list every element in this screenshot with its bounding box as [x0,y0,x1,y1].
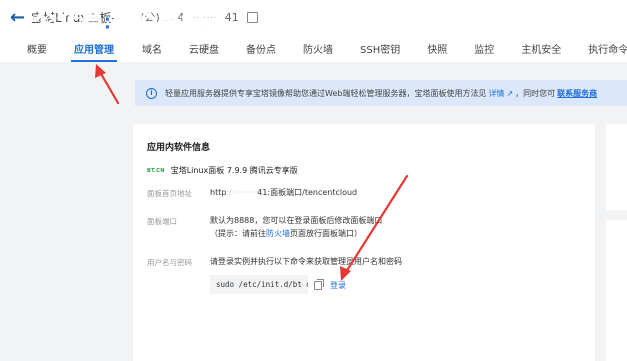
banner-text: 轻量应用服务器提供专享宝塔镜像帮助您通过Web端轻松管理服务器，宝塔面板使用方法… [165,88,487,98]
firewall-link[interactable]: 防火墙 [266,229,290,238]
product-name: 宝塔Linux面板 7.9.9 腾讯云专享版 [170,166,298,175]
address-label: 面板首页地址 [147,189,192,198]
tab-host-security[interactable]: 主机安全 [521,41,561,62]
info-icon: i [146,87,157,99]
tab-snapshot[interactable]: 快照 [427,41,447,62]
side-card-bottom [606,220,627,361]
tab-monitor[interactable]: 监控 [474,41,494,62]
tab-cloud-disk[interactable]: 云硬盘 [189,41,219,62]
tab-app-management[interactable]: 应用管理 [71,41,117,62]
product-row: BT.CN 宝塔Linux面板 7.9.9 腾讯云专享版 [147,165,298,176]
port-label: 面板端口 [147,217,177,226]
tab-ssh-key[interactable]: SSH密钥 [360,41,400,62]
copy-command-icon[interactable] [314,279,324,290]
tab-backup[interactable]: 备份点 [246,41,276,62]
card-title: 应用内软件信息 [147,143,211,153]
arrow-to-tab [95,64,120,105]
app-info-card: 应用内软件信息 BT.CN 宝塔Linux面板 7.9.9 腾讯云专享版 面板首… [133,124,595,361]
command-box[interactable]: sudo /etc/init.d/bt default [210,275,308,294]
address-prefix: http [210,188,227,197]
tab-run-command[interactable]: 执行命令 [588,41,627,62]
tab-firewall[interactable]: 防火墙 [303,41,333,62]
top-bar: ← 宝塔Linux面板- | (公) 124 ······· 41 公众号:雪心… [0,0,627,62]
side-card-top [606,124,627,210]
info-banner: i 轻量应用服务器提供专享宝塔镜像帮助您通过Web端轻松管理服务器，宝塔面板使用… [135,80,627,106]
copy-icon[interactable] [246,11,258,23]
back-arrow-icon[interactable]: ← [10,7,25,28]
bt-logo-icon: BT.CN [147,167,165,174]
banner-contact-link[interactable]: 联系服务商 [557,88,597,99]
address-masked: :/ ········· [226,188,258,197]
instance-ip-suffix: 41 [224,10,239,24]
tab-overview[interactable]: 概要 [27,41,47,62]
banner-middle-text: ，同时您可 [515,88,556,98]
tab-domain[interactable]: 域名 [142,41,162,62]
port-hint-suffix: 页面放行面板端口） [290,229,362,238]
banner-details-link[interactable]: 详情 [488,88,504,99]
port-hint: （提示：请前往防火墙页面放行面板端口） [210,228,362,239]
address-value: http:/ ·········41:面板端口/tencentcloud [210,187,357,198]
port-line1: 默认为8888，您可以在登录面板后修改面板端口 [210,216,383,225]
credential-text: 请登录实例并执行以下命令来获取管理员用户名和密码 [210,257,402,266]
external-link-icon[interactable]: ↗ [506,89,513,98]
login-link[interactable]: 登录 [330,280,346,291]
address-suffix: 41:面板端口/tencentcloud [257,188,358,197]
credential-label: 用户名与密码 [147,258,192,267]
port-hint-prefix: （提示：请前往 [210,229,266,238]
watermark: 公众号:雪心笔记 [34,10,205,36]
tab-bar: 概要 应用管理 域名 云硬盘 备份点 防火墙 SSH密钥 快照 监控 主机安全 … [0,40,627,62]
